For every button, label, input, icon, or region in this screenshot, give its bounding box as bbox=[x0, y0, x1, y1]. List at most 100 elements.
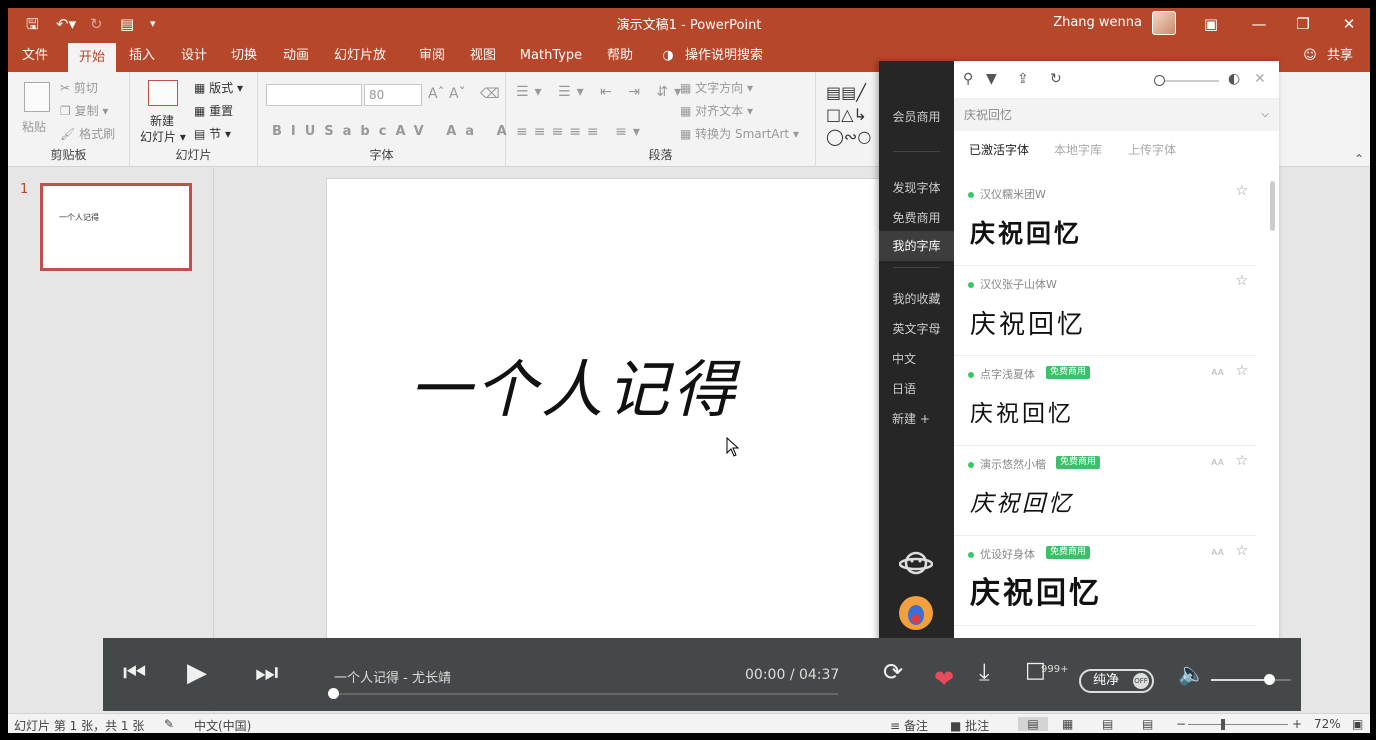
font-compare-icon[interactable]: ᴀᴀ bbox=[1211, 455, 1224, 468]
format-painter-button[interactable]: 🖌 格式刷 bbox=[60, 125, 115, 142]
planet-icon[interactable] bbox=[899, 546, 933, 580]
smartart-button[interactable]: ▦ 转换为 SmartArt ▾ bbox=[680, 125, 799, 142]
minimize-button[interactable]: — bbox=[1244, 12, 1274, 36]
shapes-gallery[interactable]: ▤▤╱ □△↳ ◯∾○ bbox=[826, 82, 878, 148]
sidebar-item-free[interactable]: 免费商用 bbox=[879, 209, 954, 226]
section-button[interactable]: ▤ 节 ▾ bbox=[194, 125, 231, 142]
star-icon[interactable]: ☆ bbox=[1235, 453, 1248, 469]
pure-mode-toggle[interactable]: 纯净 OFF bbox=[1079, 669, 1154, 693]
layout-button[interactable]: ▦ 版式 ▾ bbox=[194, 79, 243, 96]
slide-canvas[interactable]: 一个人记得 bbox=[326, 178, 906, 648]
slider-knob[interactable] bbox=[1154, 75, 1165, 86]
theme-toggle-icon[interactable]: ◐ bbox=[1228, 71, 1240, 87]
share-button[interactable]: 共享 bbox=[1322, 40, 1358, 72]
font-size-combo[interactable]: 80 bbox=[364, 84, 422, 106]
refresh-icon[interactable]: ↻ bbox=[1050, 71, 1062, 87]
paste-icon[interactable] bbox=[24, 82, 50, 112]
font-compare-icon[interactable]: ᴀᴀ bbox=[1211, 545, 1224, 558]
zoom-level[interactable]: 72% bbox=[1314, 717, 1341, 731]
tab-transitions[interactable]: 切换 bbox=[224, 40, 264, 72]
close-panel-icon[interactable]: ✕ bbox=[1254, 71, 1266, 87]
close-button[interactable]: ✕ bbox=[1334, 12, 1364, 36]
list-buttons[interactable]: ☰▾ ☰▾ ⇤ ⇥ ⇵▾ bbox=[516, 84, 687, 100]
sidebar-item-new[interactable]: 新建 + bbox=[879, 410, 954, 427]
volume-icon[interactable]: 🔈 bbox=[1178, 662, 1205, 687]
reset-button[interactable]: ▦ 重置 bbox=[194, 102, 233, 119]
sidebar-item-chinese[interactable]: 中文 bbox=[879, 350, 954, 367]
font-style-buttons[interactable]: BIUSabcAV Aa A bbox=[272, 124, 516, 139]
panel-avatar[interactable] bbox=[899, 596, 933, 630]
sidebar-item-my-library[interactable]: 我的字库 bbox=[879, 231, 954, 261]
preview-size-slider[interactable] bbox=[1159, 80, 1219, 82]
star-icon[interactable]: ☆ bbox=[1235, 543, 1248, 559]
reading-view-icon[interactable]: ▤ bbox=[1102, 717, 1113, 731]
star-icon[interactable]: ☆ bbox=[1235, 273, 1248, 289]
new-slide-icon[interactable] bbox=[148, 80, 178, 106]
normal-view-icon[interactable]: ▤ bbox=[1018, 717, 1048, 731]
upload-icon[interactable]: ⇪ bbox=[1017, 71, 1029, 87]
previous-track-icon[interactable]: ⏮ bbox=[123, 658, 146, 689]
next-track-icon[interactable]: ⏭ bbox=[255, 658, 278, 689]
play-icon[interactable]: ▶ bbox=[187, 658, 207, 688]
align-text-button[interactable]: ▦ 对齐文本 ▾ bbox=[680, 102, 753, 119]
font-item[interactable]: 点字浅夏体 免费商用 ᴀᴀ ☆ 庆祝回忆 bbox=[954, 356, 1256, 446]
sidebar-item-japanese[interactable]: 日语 bbox=[879, 380, 954, 397]
font-item[interactable]: 优设好身体 免费商用 ᴀᴀ ☆ 庆祝回忆 bbox=[954, 536, 1256, 626]
progress-knob[interactable] bbox=[328, 688, 339, 699]
tab-local-library[interactable]: 本地字库 bbox=[1054, 141, 1102, 158]
zoom-in-icon[interactable]: + bbox=[1292, 717, 1302, 731]
tab-animations[interactable]: 动画 bbox=[276, 40, 316, 72]
font-compare-icon[interactable]: ᴀᴀ bbox=[1211, 365, 1224, 378]
tab-slideshow[interactable]: 幻灯片放映 bbox=[328, 40, 392, 95]
tab-activated-fonts[interactable]: 已激活字体 bbox=[969, 141, 1029, 158]
volume-knob[interactable] bbox=[1264, 674, 1275, 685]
grow-font-icon[interactable]: Aˆ Aˇ bbox=[428, 86, 466, 102]
tab-mathtype[interactable]: MathType bbox=[516, 40, 586, 72]
tab-home[interactable]: 开始 bbox=[68, 43, 116, 72]
collapse-ribbon-icon[interactable]: ⌃ bbox=[1354, 152, 1364, 166]
font-item[interactable]: 演示悠然小楷 免费商用 ᴀᴀ ☆ 庆祝回忆 bbox=[954, 446, 1256, 536]
font-family-combo[interactable] bbox=[266, 84, 362, 106]
cut-button[interactable]: ✂ 剪切 bbox=[60, 79, 98, 96]
zoom-out-icon[interactable]: − bbox=[1176, 717, 1186, 731]
tab-help[interactable]: 帮助 bbox=[600, 40, 640, 72]
paste-button[interactable]: 粘贴 bbox=[22, 118, 46, 135]
comments-button[interactable]: ■ 批注 bbox=[950, 717, 989, 733]
tab-file[interactable]: 文件 bbox=[14, 40, 56, 72]
copy-button[interactable]: ❐ 复制 ▾ bbox=[60, 102, 108, 119]
align-buttons[interactable]: ≡≡≡≡≡ ≡▾ bbox=[516, 124, 646, 140]
clear-format-icon[interactable]: ⌫ bbox=[480, 86, 500, 102]
notes-button[interactable]: ≡ 备注 bbox=[890, 717, 928, 733]
like-heart-icon[interactable]: ❤ bbox=[934, 665, 954, 693]
slide-thumbnail[interactable]: 一个人记得 bbox=[40, 183, 192, 271]
tell-me-search[interactable]: 操作说明搜索 bbox=[684, 40, 764, 72]
sidebar-item-discover[interactable]: 发现字体 bbox=[879, 179, 954, 196]
language-status[interactable]: 中文(中国) bbox=[194, 717, 251, 733]
tab-design[interactable]: 设计 bbox=[174, 40, 214, 72]
font-list-scrollbar[interactable] bbox=[1270, 181, 1275, 231]
slide-title-text[interactable]: 一个人记得 bbox=[409, 339, 739, 429]
sidebar-item-favorites[interactable]: 我的收藏 bbox=[879, 290, 954, 307]
font-item[interactable]: 汉仪张子山体W ☆ 庆祝回忆 bbox=[954, 266, 1256, 356]
filter-icon[interactable]: ▼ bbox=[986, 71, 997, 87]
search-icon[interactable]: ⚲ bbox=[963, 71, 973, 87]
fit-to-window-icon[interactable]: ▣ bbox=[1352, 717, 1363, 731]
preview-text-input[interactable]: 庆祝回忆 ⌵ bbox=[954, 99, 1279, 131]
progress-bar[interactable] bbox=[333, 693, 838, 695]
font-item[interactable]: 汉仪糯米团W ☆ 庆祝回忆 bbox=[954, 176, 1256, 266]
ribbon-display-options-icon[interactable]: ▣ bbox=[1196, 12, 1226, 36]
tab-review[interactable]: 审阅 bbox=[414, 40, 450, 72]
zoom-knob[interactable] bbox=[1221, 719, 1225, 730]
volume-slider[interactable] bbox=[1211, 679, 1271, 681]
spellcheck-icon[interactable]: ✎ bbox=[164, 717, 174, 731]
user-name[interactable]: Zhang wenna bbox=[1053, 15, 1142, 30]
new-slide-button[interactable]: 新建 bbox=[150, 112, 174, 129]
tab-upload-font[interactable]: 上传字体 bbox=[1128, 141, 1176, 158]
user-avatar[interactable] bbox=[1152, 11, 1176, 35]
zoom-slider[interactable] bbox=[1188, 724, 1288, 725]
download-icon[interactable]: ⤓ bbox=[979, 658, 990, 686]
chevron-down-icon[interactable]: ⌵ bbox=[1261, 99, 1269, 131]
restore-button[interactable]: ❐ bbox=[1288, 12, 1318, 36]
share-person-icon[interactable]: ☺ bbox=[1302, 40, 1318, 72]
repeat-icon[interactable]: ⟳ bbox=[883, 658, 903, 686]
